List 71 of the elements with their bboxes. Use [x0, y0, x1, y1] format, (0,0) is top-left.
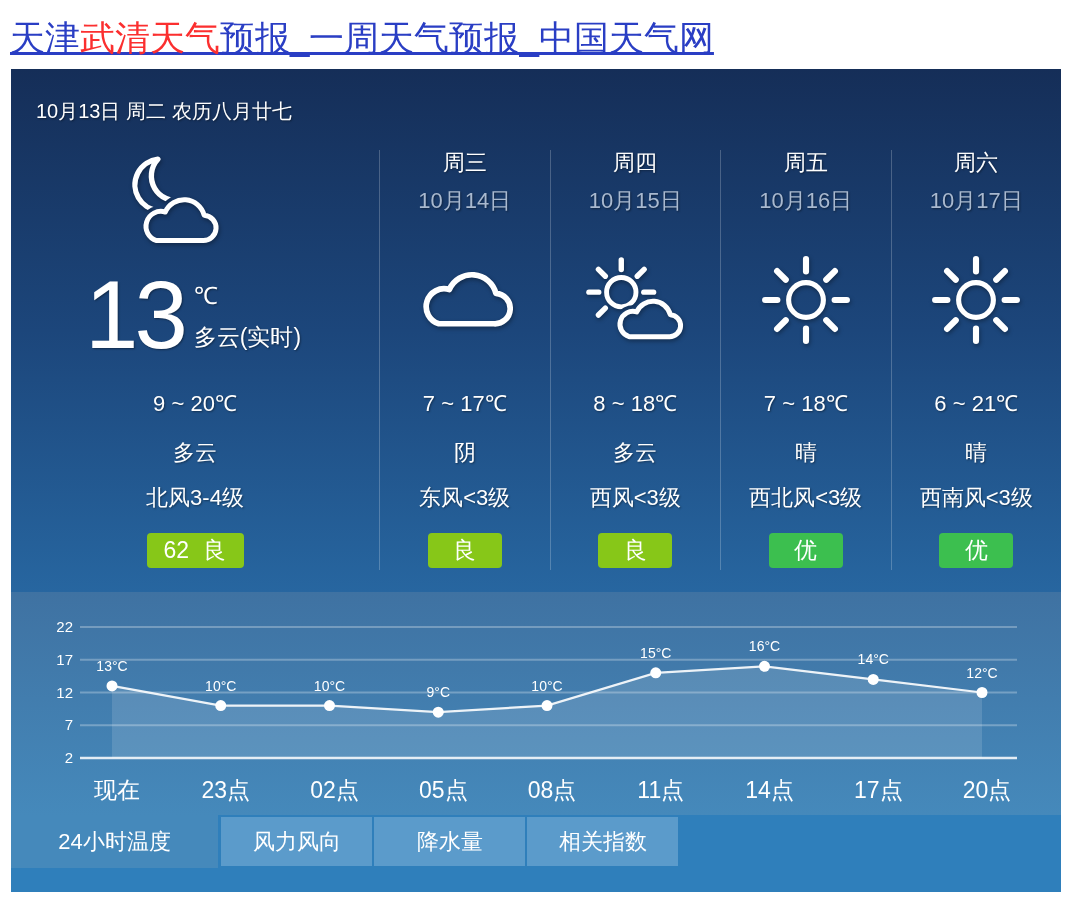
x-tick-label: 20点	[962, 777, 1012, 803]
x-tick-label: 05点	[418, 777, 468, 803]
point-label: 10°C	[531, 677, 563, 694]
data-point	[541, 700, 553, 712]
wind-text: 西北风<3级	[749, 484, 863, 512]
moon-cloud-icon	[130, 155, 220, 245]
air-quality-badge: 良	[427, 533, 502, 568]
air-quality-badge: 优	[768, 533, 843, 568]
temperature-range: 7 ~ 18℃	[763, 390, 848, 418]
data-point	[867, 673, 879, 685]
data-point	[106, 680, 118, 692]
data-point	[976, 687, 988, 698]
y-tick-label: 17	[56, 650, 73, 668]
x-tick-label: 02点	[310, 777, 359, 803]
data-point	[432, 706, 444, 718]
point-label: 10°C	[313, 677, 346, 694]
temperature-range: 8 ~ 18℃	[593, 390, 678, 418]
day-name: 周六	[954, 150, 999, 176]
point-label: 13°C	[96, 657, 128, 674]
tab[interactable]: 24小时温度	[11, 815, 218, 868]
point-label: 16°C	[748, 638, 781, 655]
data-point	[215, 700, 227, 712]
x-tick-label: 14点	[745, 777, 794, 803]
day-name: 周五	[783, 150, 828, 176]
tab[interactable]: 风力风向	[221, 817, 372, 866]
current-temperature: 13	[85, 275, 184, 355]
point-label: 15°C	[640, 644, 672, 661]
x-tick-label: 11点	[637, 777, 685, 803]
y-tick-label: 22	[56, 618, 73, 635]
current-condition: 多云(实时)	[193, 323, 302, 351]
x-tick-label: 17点	[853, 777, 903, 803]
temperature-range: 6 ~ 21℃	[934, 390, 1019, 418]
point-label: 9°C	[426, 684, 450, 701]
sun-icon	[759, 254, 852, 346]
wind-text: 西南风<3级	[919, 484, 1033, 512]
day-name: 周四	[613, 150, 658, 176]
air-quality-badge: 62 良	[146, 533, 244, 568]
temperature-range: 7 ~ 17℃	[422, 390, 507, 418]
air-quality-badge: 优	[939, 533, 1014, 568]
date-line: 10月13日 周二 农历八月廿七	[36, 99, 292, 123]
forecast-date: 10月14日	[418, 188, 512, 214]
point-label: 10°C	[205, 677, 237, 694]
wind-text: 西风<3级	[589, 484, 681, 512]
point-label: 14°C	[857, 651, 889, 668]
temperature-range: 9 ~ 20℃	[153, 390, 237, 418]
temperature-unit: ℃	[193, 283, 218, 309]
wind-text: 北风3-4级	[146, 484, 244, 512]
point-label: 12°C	[966, 664, 998, 681]
y-tick-label: 7	[64, 716, 73, 734]
forecast-date: 10月15日	[588, 188, 682, 214]
data-point	[324, 700, 335, 712]
tab[interactable]: 降水量	[374, 817, 525, 866]
sun-icon	[930, 254, 1023, 346]
air-quality-badge: 良	[598, 533, 673, 568]
y-tick-label: 12	[56, 683, 73, 701]
data-point	[650, 667, 662, 679]
forecast-date: 10月17日	[929, 188, 1023, 214]
day-name: 周三	[442, 150, 487, 176]
data-point	[759, 660, 770, 672]
x-tick-label: 08点	[527, 777, 577, 803]
weather-condition: 多云	[613, 439, 658, 467]
y-tick-label: 2	[64, 749, 73, 766]
forecast-date: 10月16日	[759, 188, 853, 214]
x-tick-label: 现在	[94, 777, 140, 803]
weather-condition: 晴	[965, 439, 988, 467]
weather-condition: 晴	[794, 439, 817, 467]
wind-text: 东风<3级	[419, 484, 511, 512]
x-tick-label: 23点	[201, 777, 251, 803]
tab[interactable]: 相关指数	[527, 817, 678, 866]
weather-condition: 阴	[453, 439, 476, 467]
weather-condition: 多云	[173, 439, 217, 467]
